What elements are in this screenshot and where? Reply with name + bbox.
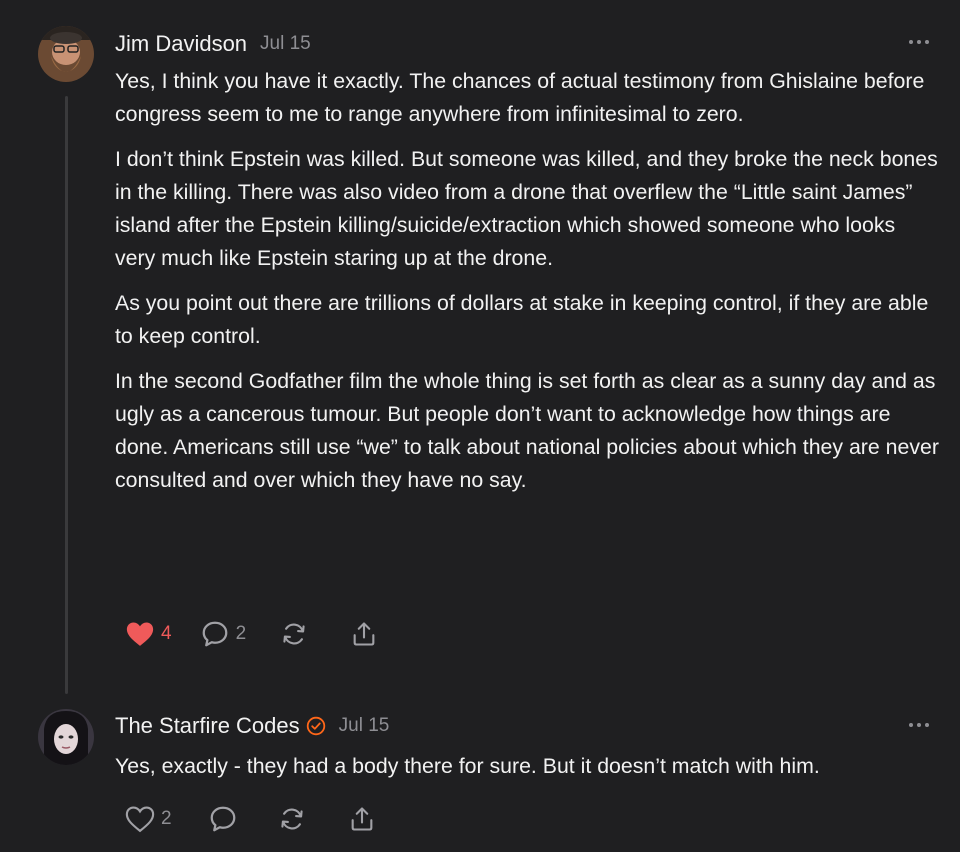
like-count: 4	[161, 623, 172, 644]
author-name[interactable]: Jim Davidson	[115, 31, 247, 57]
heart-icon	[125, 806, 155, 833]
comment-date[interactable]: Jul 15	[339, 715, 390, 737]
avatar[interactable]	[38, 26, 94, 82]
avatar[interactable]	[38, 709, 94, 765]
verified-icon	[306, 716, 325, 736]
comment-paragraph: Yes, I think you have it exactly. The ch…	[115, 69, 925, 126]
restack-icon	[283, 623, 305, 645]
reply-count: 2	[235, 623, 247, 644]
share-icon	[353, 622, 375, 646]
share-icon	[351, 807, 372, 831]
comment-icon	[210, 806, 235, 832]
comment-header: The Starfire Codes Jul 15	[115, 711, 389, 741]
comment-paragraph: I don’t think Epstein was killed. But so…	[115, 147, 938, 270]
restack-button[interactable]	[280, 620, 308, 648]
thread-line	[65, 96, 68, 694]
heart-icon	[126, 622, 154, 646]
share-button[interactable]	[348, 805, 376, 833]
comment-actions: 4 2	[125, 618, 378, 650]
comment-paragraph: As you point out there are trillions of …	[115, 291, 929, 348]
comment-header: Jim Davidson Jul 15	[115, 29, 311, 59]
like-button[interactable]: 2	[125, 805, 172, 833]
share-button[interactable]	[350, 620, 378, 648]
author-name[interactable]: The Starfire Codes	[115, 713, 300, 739]
reply-button[interactable]: 2	[200, 619, 247, 649]
comment-body: Yes, I think you have it exactly. The ch…	[115, 65, 940, 509]
comment-date[interactable]: Jul 15	[260, 33, 311, 55]
comment-paragraph: Yes, exactly - they had a body there for…	[115, 754, 820, 778]
reply-button[interactable]	[208, 804, 238, 834]
comment-body: Yes, exactly - they had a body there for…	[115, 750, 940, 795]
more-icon[interactable]	[908, 39, 930, 45]
like-button[interactable]: 4	[125, 620, 172, 648]
restack-button[interactable]	[278, 805, 306, 833]
like-count: 2	[161, 808, 172, 829]
comment-icon	[202, 621, 227, 647]
more-icon[interactable]	[908, 722, 930, 728]
restack-icon	[280, 808, 303, 830]
comment-actions: 2	[125, 803, 376, 835]
comment-paragraph: In the second Godfather film the whole t…	[115, 369, 939, 492]
